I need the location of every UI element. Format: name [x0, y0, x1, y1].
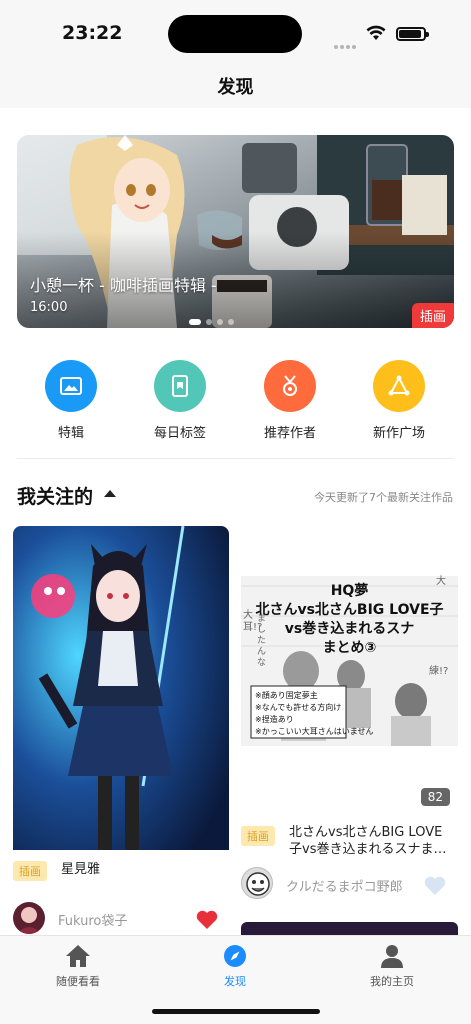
featured-banner[interactable]: 小憩一杯 - 咖啡插画特辑 - 16:00 插画: [17, 135, 454, 328]
manga-cover-title: HQ夢 北さんvs北さんBIG LOVE子 vs巻き込まれるスナ まとめ③: [241, 582, 458, 658]
quick-entries: 特辑 每日标签 推荐作者 新作广场: [0, 360, 471, 441]
artwork-thumbnail: [13, 526, 229, 850]
artwork-title: 星見雅: [61, 862, 101, 877]
discover-content[interactable]: 小憩一杯 - 咖啡插画特辑 - 16:00 插画 特辑 每日标签 推荐作者 新作…: [0, 108, 471, 938]
cover-note: ※かっこいい大耳さんはいません: [255, 727, 374, 736]
manga-thumbnail: [241, 526, 458, 808]
status-bar: 23:22: [0, 0, 471, 66]
tab-my-page[interactable]: 我的主页: [332, 944, 452, 989]
following-title[interactable]: 我关注的: [17, 482, 93, 509]
quick-entry-special[interactable]: 特辑: [21, 360, 121, 441]
cover-side-text: ましたんな: [257, 614, 267, 668]
following-update-note: 今天更新了7个最新关注作品: [314, 491, 453, 504]
triangle-icon: [373, 360, 425, 412]
cover-line: vs巻き込まれるスナ: [284, 621, 415, 637]
quick-entry-new-works[interactable]: 新作广场: [349, 360, 449, 441]
banner-illustration: [17, 135, 454, 328]
heart-outline-icon[interactable]: [424, 876, 446, 896]
heart-filled-icon[interactable]: [196, 910, 218, 930]
banner-tag: 插画: [411, 303, 454, 328]
status-time: 23:22: [62, 22, 123, 44]
tab-label: 随便看看: [56, 975, 100, 988]
cover-side-text: 練!?: [429, 666, 449, 677]
screen: 23:22 发现 小憩一杯 - 咖啡插画特辑 - 16:00 插画 特辑 每日标…: [0, 0, 471, 1024]
quick-entry-label: 每日标签: [153, 426, 206, 441]
avatar[interactable]: [241, 867, 273, 899]
battery-icon: [396, 27, 429, 41]
quick-entry-label: 新作广场: [372, 426, 425, 441]
tab-browse[interactable]: 随便看看: [18, 944, 138, 989]
artwork-tag: 插画: [241, 826, 275, 846]
tab-discover[interactable]: 发现: [175, 944, 295, 989]
signal-icon: [334, 34, 360, 49]
avatar[interactable]: [13, 902, 45, 934]
tab-label: 我的主页: [370, 975, 414, 988]
page-count-badge: 82: [420, 788, 450, 806]
author-name[interactable]: クルだるまポコ野郎: [286, 876, 403, 895]
quick-entry-label: 特辑: [57, 426, 84, 441]
caret-up-icon[interactable]: [104, 490, 116, 497]
compass-icon: [224, 945, 246, 967]
cover-note: ※顔あり固定夢主: [255, 691, 318, 700]
author-name[interactable]: Fukuro袋子: [58, 910, 127, 929]
cover-line: まとめ③: [322, 640, 377, 656]
artwork-title: 北さんvs北さんBIG LOVE子vs巻き込まれるスナま…: [289, 825, 447, 857]
bookmark-icon: [154, 360, 206, 412]
feed-card[interactable]: HQ夢 北さんvs北さんBIG LOVE子 vs巻き込まれるスナ まとめ③ ※顔…: [241, 526, 458, 938]
quick-entry-label: 推荐作者: [263, 426, 316, 441]
cover-note: ※捏造あり: [255, 715, 294, 724]
house-icon: [66, 945, 90, 967]
image-icon: [45, 360, 97, 412]
manga-cover-notes: ※顔あり固定夢主 ※なんでも許せる方向け ※捏造あり ※かっこいい大耳さんはいま…: [255, 690, 373, 738]
cover-side-text: 大耳!?: [243, 610, 263, 633]
banner-title: 小憩一杯 - 咖啡插画特辑 -: [30, 276, 217, 295]
feed-card[interactable]: 插画 星見雅 Fukuro袋子: [13, 526, 229, 938]
dynamic-island: [168, 15, 302, 53]
cover-note: ※なんでも許せる方向け: [255, 703, 342, 712]
cover-side-text: 大: [436, 576, 446, 587]
navigation-bar: 发现: [0, 66, 471, 108]
cover-line: HQ夢: [330, 583, 369, 599]
divider: [17, 458, 454, 459]
medal-icon: [264, 360, 316, 412]
home-indicator: [152, 1009, 320, 1014]
tab-label: 发现: [224, 975, 246, 988]
artwork-tag: 插画: [13, 861, 47, 881]
banner-time: 16:00: [30, 300, 68, 315]
page-title: 发现: [217, 77, 254, 98]
quick-entry-recommended-authors[interactable]: 推荐作者: [240, 360, 340, 441]
person-icon: [381, 945, 403, 968]
wifi-icon: [366, 25, 386, 40]
cover-line: 北さんvs北さんBIG LOVE子: [255, 602, 444, 618]
carousel-dots: [189, 310, 239, 328]
quick-entry-daily-tags[interactable]: 每日标签: [130, 360, 230, 441]
